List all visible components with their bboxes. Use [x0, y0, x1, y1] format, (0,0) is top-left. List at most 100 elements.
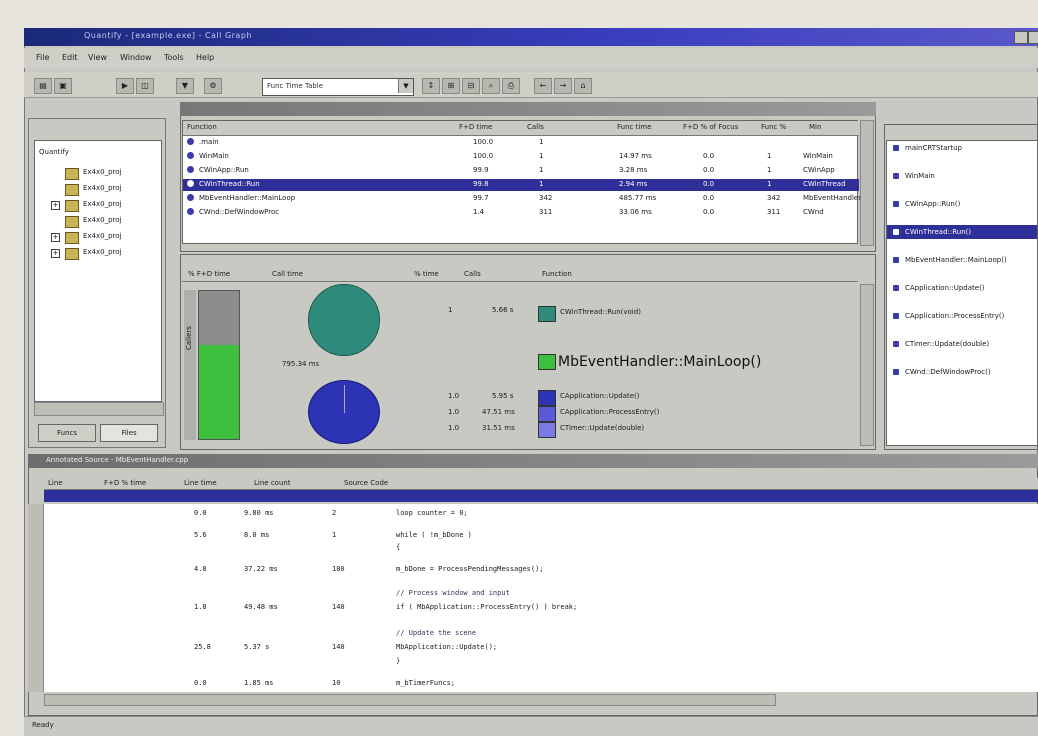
source-line[interactable]: 0.0 1.85 ms 10 m_bTimerFuncs; [44, 676, 1038, 692]
run-icon[interactable]: ▶ [116, 78, 134, 94]
tab-files[interactable]: Files [100, 424, 158, 442]
line-code: while ( !m_bDone ) [396, 531, 472, 539]
sort-icon[interactable]: ↕ [422, 78, 440, 94]
expand-toggle-icon[interactable]: + [51, 201, 60, 210]
table-row[interactable]: .main 100.0 1 [183, 137, 859, 149]
function-table-scrollbar[interactable] [860, 120, 874, 246]
source-line[interactable]: { [44, 540, 1038, 556]
find-icon[interactable]: ⌕ [482, 78, 500, 94]
descendant-name[interactable]: CTimer::Update(double) [560, 424, 644, 432]
cell-fd-time: 99.8 [473, 180, 489, 188]
source-code-view: 0.0 9.80 ms 2 loop counter = 0; 5.6 8.0 … [44, 504, 1038, 692]
col-fd-time[interactable]: F+D time [459, 123, 492, 131]
list-item[interactable]: CTimer::Update(double) [887, 337, 1037, 351]
table-row-selected[interactable]: CWinThread::Run 99.8 1 2.94 ms 0.0 1 CWi… [183, 179, 859, 191]
descendant-swatch [538, 390, 556, 406]
source-line[interactable]: 0.0 9.80 ms 2 loop counter = 0; [44, 506, 1038, 522]
descendant-name[interactable]: CApplication::Update() [560, 392, 640, 400]
cell-func-pct: 311 [767, 208, 781, 216]
table-row[interactable]: MbEventHandler::MainLoop 99.7 342 485.77… [183, 193, 861, 205]
list-item[interactable]: CApplication::ProcessEntry() [887, 309, 1037, 323]
source-line[interactable]: } [44, 654, 1038, 670]
open-icon[interactable]: ▤ [34, 78, 52, 94]
descendant-name[interactable]: CApplication::ProcessEntry() [560, 408, 659, 416]
col-source-code[interactable]: Source Code [344, 479, 388, 487]
tab-funcs[interactable]: Funcs [38, 424, 96, 442]
tree-item[interactable]: + Ex4x0_proj [35, 197, 161, 213]
menu-view[interactable]: View [88, 53, 107, 62]
line-code: if ( MbApplication::ProcessEntry() ) bre… [396, 603, 578, 611]
col-pct-time[interactable]: % time [414, 270, 439, 278]
tree-item[interactable]: Ex4x0_proj [35, 181, 161, 197]
view-selector[interactable]: Func Time Table ▼ [262, 78, 414, 96]
tree-root[interactable]: Quantify [35, 145, 161, 161]
current-time: 795.34 ms [282, 360, 320, 368]
home-icon[interactable]: ⌂ [574, 78, 592, 94]
col-calls[interactable]: Calls [464, 270, 481, 278]
settings-icon[interactable]: ⚙ [204, 78, 222, 94]
focus-function-label[interactable]: MbEventHandler::MainLoop() [558, 354, 761, 370]
descendant-pct: 1.0 [448, 392, 460, 400]
print-icon[interactable]: ⎙ [502, 78, 520, 94]
cell-name: .main [199, 138, 219, 146]
col-calls[interactable]: Calls [527, 123, 544, 131]
expand-icon[interactable]: ⊞ [442, 78, 460, 94]
menu-edit[interactable]: Edit [62, 53, 78, 62]
tree-item[interactable]: + Ex4x0_proj [35, 229, 161, 245]
tree-item[interactable]: Ex4x0_proj [35, 165, 161, 181]
col-call-time[interactable]: Call time [272, 270, 303, 278]
expand-toggle-icon[interactable]: + [51, 233, 60, 242]
caller-name[interactable]: CWinThread::Run(void) [560, 308, 641, 316]
function-icon [893, 369, 899, 375]
source-line[interactable]: 4.8 37.22 ms 180 m_bDone = ProcessPendin… [44, 562, 1038, 578]
callers-vertical-label: Callers [184, 290, 196, 440]
list-item[interactable]: CApplication::Update() [887, 281, 1037, 295]
col-line-time[interactable]: Line time [184, 479, 217, 487]
list-item[interactable]: MbEventHandler::MainLoop() [887, 253, 1037, 267]
save-icon[interactable]: ▣ [54, 78, 72, 94]
col-func-pct[interactable]: Func % [761, 123, 786, 131]
menu-file[interactable]: File [36, 53, 49, 62]
menu-tools[interactable]: Tools [164, 53, 184, 62]
minimize-button[interactable] [1014, 31, 1028, 44]
table-row[interactable]: CWinApp::Run 99.9 1 3.28 ms 0.0 1 CWinAp… [183, 165, 859, 177]
source-titlebar: Annotated Source - MbEventHandler.cpp [28, 454, 1038, 468]
view-selector-value: Func Time Table [267, 82, 324, 90]
menu-window[interactable]: Window [120, 53, 152, 62]
detail-scrollbar[interactable] [860, 284, 874, 446]
line-time: 49.48 ms [244, 603, 278, 611]
list-item[interactable]: CWnd::DefWindowProc() [887, 365, 1037, 379]
line-count: 140 [332, 643, 345, 651]
source-line[interactable]: 1.8 49.48 ms 140 if ( MbApplication::Pro… [44, 600, 1038, 616]
col-min[interactable]: Min [809, 123, 821, 131]
list-item[interactable]: mainCRTStartup [887, 141, 1037, 155]
col-line-count[interactable]: Line count [254, 479, 291, 487]
source-horizontal-scrollbar[interactable] [44, 694, 776, 706]
tree-item[interactable]: Ex4x0_proj [35, 213, 161, 229]
col-function[interactable]: Function [187, 123, 217, 131]
col-fd-pct[interactable]: F+D % time [104, 479, 146, 487]
col-function[interactable]: Function [542, 270, 572, 278]
collapse-icon[interactable]: ⊟ [462, 78, 480, 94]
list-item-selected[interactable]: CWinThread::Run() [887, 225, 1037, 239]
list-item[interactable]: CWinApp::Run() [887, 197, 1037, 211]
col-fd-focus[interactable]: F+D % of Focus [683, 123, 738, 131]
tree-horizontal-scrollbar[interactable] [34, 402, 164, 416]
table-row[interactable]: CWnd::DefWindowProc 1.4 311 33.06 ms 0.0… [183, 207, 859, 219]
source-selected-row[interactable] [44, 490, 1038, 502]
chevron-down-icon[interactable]: ▼ [398, 79, 413, 93]
detail-header: % F+D time Call time % time Calls Functi… [182, 268, 858, 282]
filter-icon[interactable]: ▼ [176, 78, 194, 94]
maximize-button[interactable] [1028, 31, 1038, 44]
col-pct-fd[interactable]: % F+D time [188, 270, 230, 278]
table-row[interactable]: WinMain 100.0 1 14.97 ms 0.0 1 WinMain [183, 151, 859, 163]
back-icon[interactable]: ← [534, 78, 552, 94]
tree-item[interactable]: + Ex4x0_proj [35, 245, 161, 261]
col-func-time[interactable]: Func time [617, 123, 651, 131]
forward-icon[interactable]: → [554, 78, 572, 94]
snapshot-icon[interactable]: ◫ [136, 78, 154, 94]
col-line[interactable]: Line [48, 479, 63, 487]
menu-help[interactable]: Help [196, 53, 214, 62]
list-item[interactable]: WinMain [887, 169, 1037, 183]
expand-toggle-icon[interactable]: + [51, 249, 60, 258]
